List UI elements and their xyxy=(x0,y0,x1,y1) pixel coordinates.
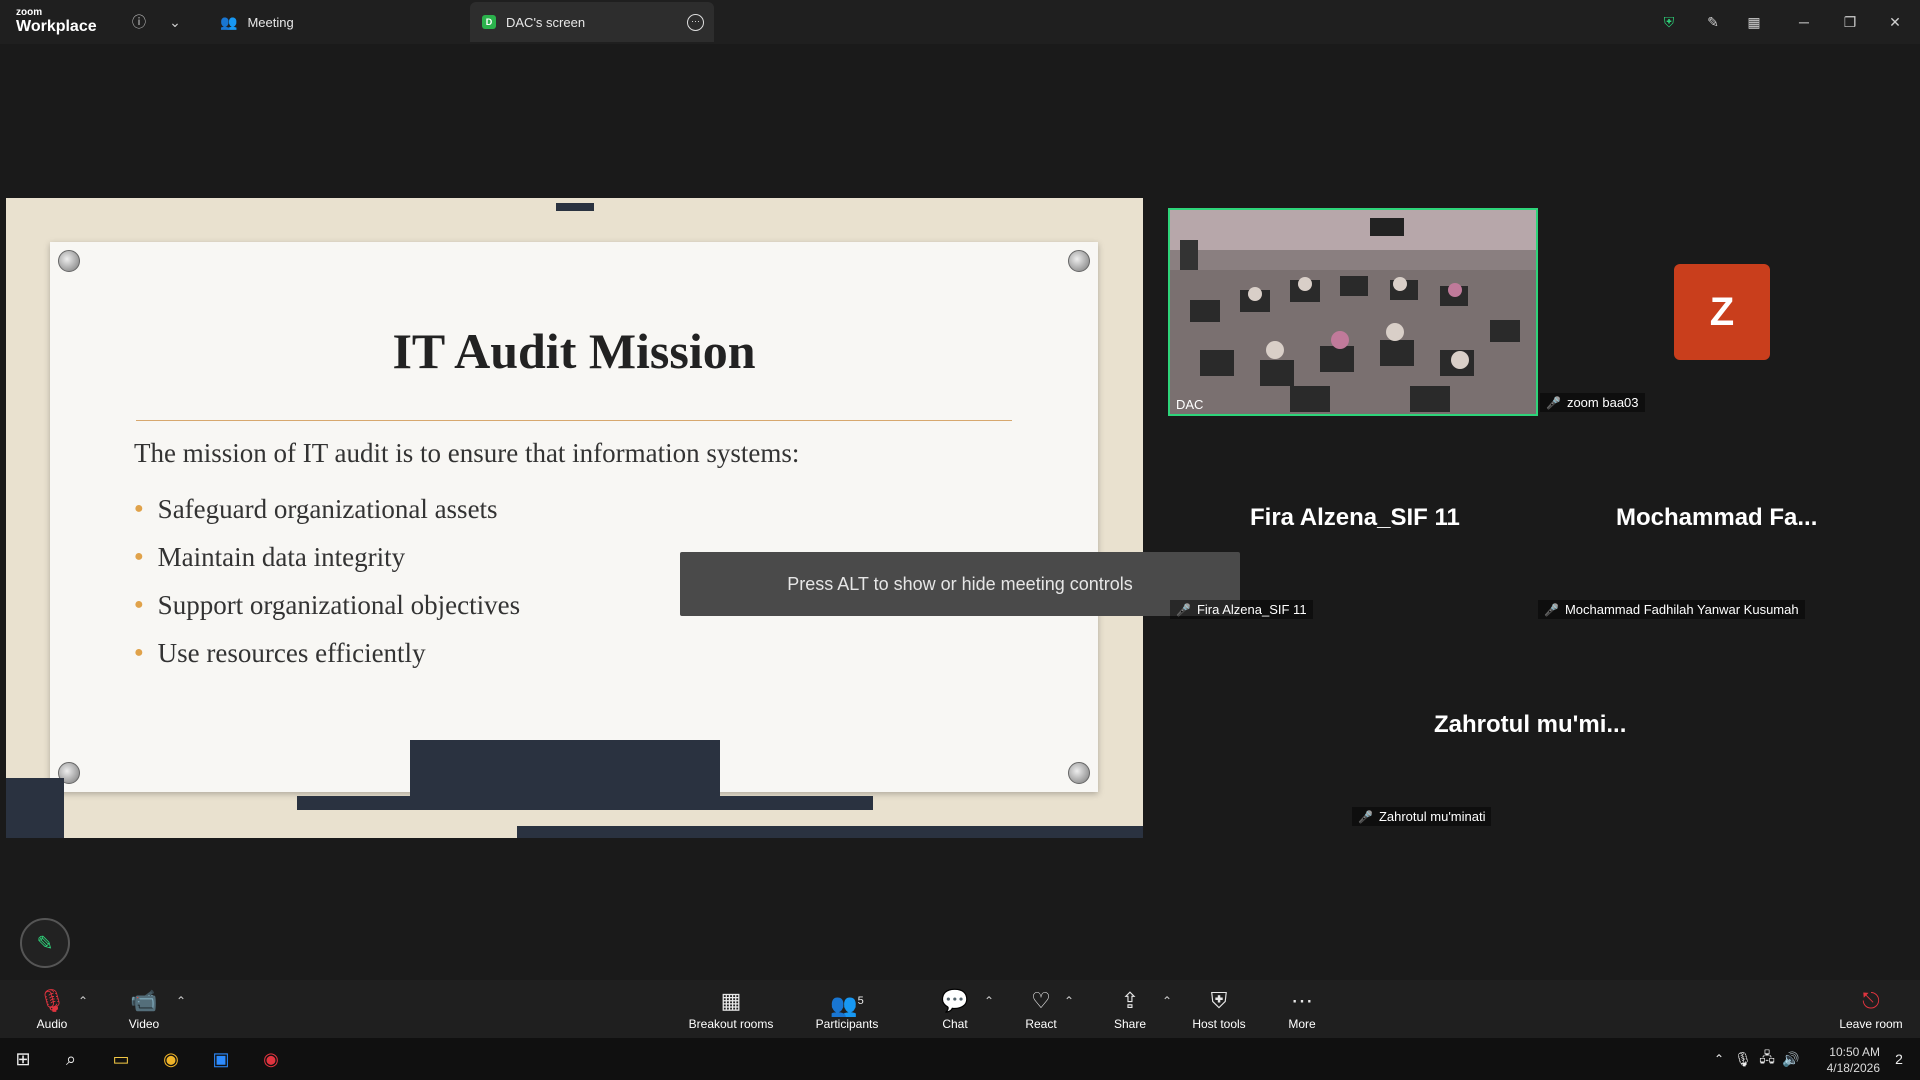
pencil-icon: ✎ xyxy=(36,932,54,955)
share-button[interactable]: ⇪ Share xyxy=(1110,982,1150,1036)
muted-mic-icon: 🎤 xyxy=(1544,602,1559,617)
participant-name-tag: DAC xyxy=(1176,397,1204,412)
slide-decoration xyxy=(6,778,64,838)
slide-divider xyxy=(136,420,1012,421)
slide-intro: The mission of IT audit is to ensure tha… xyxy=(134,438,800,468)
tab-meeting[interactable]: 👥 Meeting xyxy=(214,2,464,42)
pushpin-icon xyxy=(1068,762,1090,784)
leave-room-button[interactable]: ⎋ Leave room xyxy=(1838,982,1904,1036)
slide-decoration xyxy=(517,826,1143,838)
video-off-icon: 📹 xyxy=(130,988,158,1013)
bullet-item: ● Maintain data integrity xyxy=(134,541,406,572)
video-options-chevron-icon[interactable]: ⌃ xyxy=(176,994,186,1008)
zoom-workplace-logo: zoom Workplace xyxy=(16,7,97,35)
slide-title: IT Audit Mission xyxy=(392,323,756,379)
pushpin-icon xyxy=(1068,250,1090,272)
slide-paper: IT Audit Mission The mission of IT audit… xyxy=(50,242,1098,792)
shared-screen-slide: IT Audit Mission The mission of IT audit… xyxy=(6,198,1143,838)
layout-view-icon[interactable]: ▦ xyxy=(1743,11,1765,33)
react-heart-icon: ♡ xyxy=(1031,988,1051,1013)
chat-button[interactable]: 💬 Chat xyxy=(936,982,974,1036)
more-button[interactable]: ⋯ More xyxy=(1284,982,1320,1036)
participants-button[interactable]: 👥5 Participants xyxy=(812,982,882,1036)
muted-mic-icon: 🎤 xyxy=(1176,602,1191,617)
chrome-icon[interactable]: ◉ xyxy=(156,1044,186,1074)
file-explorer-icon[interactable]: ▭ xyxy=(106,1044,136,1074)
chat-icon: 💬 xyxy=(941,988,969,1013)
participant-display-name[interactable]: Fira Alzena_SIF 11 xyxy=(1250,504,1460,532)
bullet-item: ● Use resources efficiently xyxy=(134,637,426,668)
annotation-pencil-button[interactable]: ✎ xyxy=(20,918,70,968)
close-icon[interactable]: ✕ xyxy=(1884,11,1906,33)
windows-start-icon[interactable]: ⊞ xyxy=(8,1044,38,1074)
meeting-controls-toolbar: 🎙 Audio ⌃ 📹 Video ⌃ ▦ Breakout rooms 👥5 … xyxy=(0,980,1920,1038)
muted-microphone-icon: 🎙 xyxy=(38,988,66,1013)
zoom-app-icon[interactable]: ▣ xyxy=(206,1044,236,1074)
bullet-item: ● Safeguard organizational assets xyxy=(134,493,498,524)
participants-icon: 👥5 xyxy=(830,992,864,1018)
share-badge-icon: D xyxy=(482,15,496,29)
info-icon[interactable]: ⓘ xyxy=(128,11,150,33)
room-video-feed xyxy=(1170,210,1536,414)
audio-button[interactable]: 🎙 Audio xyxy=(30,982,74,1036)
share-screen-icon: ⇪ xyxy=(1120,988,1140,1013)
os-taskbar: ⊞ ⌕ ▭ ◉ ▣ ◉ ⌃ 🎙 🖧 🔊 10:50 AM 4/18/2026 2 xyxy=(0,1038,1920,1080)
breakout-rooms-button[interactable]: ▦ Breakout rooms xyxy=(686,982,776,1036)
host-tools-button[interactable]: ⛨ Host tools xyxy=(1188,982,1250,1036)
audio-options-chevron-icon[interactable]: ⌃ xyxy=(78,994,88,1008)
pushpin-icon xyxy=(58,250,80,272)
participant-name-tag: 🎤 Mochammad Fadhilah Yanwar Kusumah xyxy=(1538,600,1805,619)
search-icon[interactable]: ⌕ xyxy=(56,1044,86,1074)
more-dots-icon: ⋯ xyxy=(1291,988,1313,1013)
title-bar: zoom Workplace ⓘ ⌄ 👥 Meeting D DAC's scr… xyxy=(0,0,1920,44)
participant-display-name[interactable]: Zahrotul mu'mi... xyxy=(1434,711,1626,739)
participant-name-tag: 🎤 Zahrotul mu'minati xyxy=(1352,807,1492,826)
slide-bullets: ● Safeguard organizational assets ● Mainta… xyxy=(134,485,520,677)
share-options-chevron-icon[interactable]: ⌃ xyxy=(1162,994,1172,1008)
slide-decoration xyxy=(297,796,873,810)
participant-display-name[interactable]: Mochammad Fa... xyxy=(1616,504,1817,532)
minimize-icon[interactable]: ─ xyxy=(1793,11,1815,33)
participant-name-tag: 🎤 Fira Alzena_SIF 11 xyxy=(1170,600,1313,619)
restore-icon[interactable]: ❐ xyxy=(1839,11,1861,33)
volume-icon[interactable]: 🔊 xyxy=(1776,1044,1806,1074)
annotate-pencil-icon[interactable]: ✎ xyxy=(1702,11,1724,33)
chat-options-chevron-icon[interactable]: ⌃ xyxy=(984,994,994,1008)
more-options-icon[interactable]: ··· xyxy=(687,14,704,31)
video-button[interactable]: 📹 Video xyxy=(124,982,164,1036)
slide-marker xyxy=(556,203,594,211)
notifications-icon[interactable]: 2 xyxy=(1884,1044,1914,1074)
tab-shared-screen[interactable]: D DAC's screen ··· xyxy=(470,2,714,42)
clock[interactable]: 10:50 AM 4/18/2026 xyxy=(1808,1044,1880,1076)
breakout-rooms-icon: ▦ xyxy=(720,988,742,1013)
muted-mic-icon: 🎤 xyxy=(1358,809,1373,824)
participant-name-tag: 🎤 zoom baa03 xyxy=(1540,393,1645,412)
leave-room-icon: ⎋ xyxy=(1862,988,1880,1013)
alt-hint-tooltip: Press ALT to show or hide meeting contro… xyxy=(680,552,1240,616)
chevron-down-icon[interactable]: ⌄ xyxy=(164,11,186,33)
host-tools-shield-icon: ⛨ xyxy=(1210,988,1228,1013)
people-icon: 👥 xyxy=(220,13,238,30)
chrome-profile-icon[interactable]: ◉ xyxy=(256,1044,286,1074)
meeting-stage: IT Audit Mission The mission of IT audit… xyxy=(0,44,1920,980)
participant-video-dac[interactable]: DAC xyxy=(1168,208,1538,416)
bullet-item: ● Support organizational objectives xyxy=(134,589,521,620)
react-options-chevron-icon[interactable]: ⌃ xyxy=(1064,994,1074,1008)
participant-avatar[interactable]: Z xyxy=(1674,264,1770,360)
react-button[interactable]: ♡ React xyxy=(1020,982,1062,1036)
muted-mic-icon: 🎤 xyxy=(1546,395,1561,410)
security-shield-icon[interactable]: ⛨ xyxy=(1658,11,1680,33)
